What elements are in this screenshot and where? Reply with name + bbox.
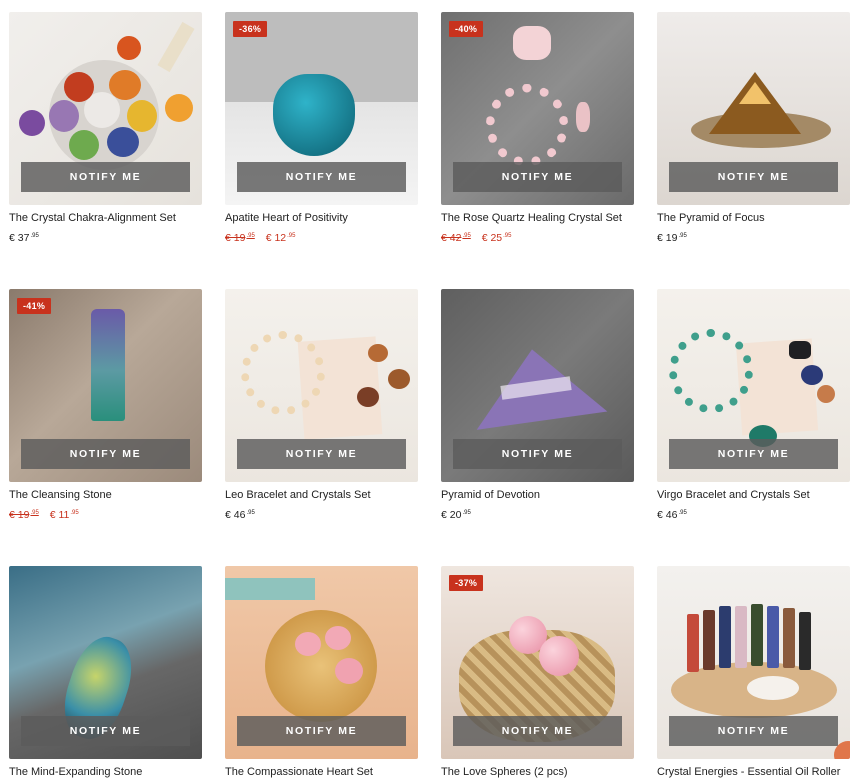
product-price: € 20.95	[441, 506, 634, 521]
original-price: € 19.95	[225, 232, 255, 244]
product-title[interactable]: The Rose Quartz Healing Crystal Set	[441, 211, 634, 225]
original-price: € 19.95	[9, 509, 39, 521]
product-title[interactable]: Crystal Energies - Essential Oil Roller	[657, 765, 850, 779]
discount-badge: -41%	[17, 298, 52, 314]
current-price: € 20.95	[441, 509, 471, 521]
product-title[interactable]: The Cleansing Stone	[9, 488, 202, 502]
product-image[interactable]: -40% NOTIFY ME	[441, 12, 634, 205]
product-image[interactable]: -36% NOTIFY ME	[225, 12, 418, 205]
product-title[interactable]: The Compassionate Heart Set	[225, 765, 418, 779]
product-image[interactable]: NOTIFY ME	[657, 289, 850, 482]
product-price: € 42.95 € 25.95	[441, 229, 634, 244]
current-price: € 37.95	[9, 232, 39, 244]
product-card[interactable]: NOTIFY ME Pyramid of Devotion € 20.95	[441, 289, 634, 521]
product-card[interactable]: NOTIFY ME Virgo Bracelet and Crystals Se…	[657, 289, 850, 521]
product-image[interactable]: NOTIFY ME	[441, 289, 634, 482]
current-price: € 46.95	[225, 509, 255, 521]
product-card[interactable]: -41% NOTIFY ME The Cleansing Stone € 19.…	[9, 289, 202, 521]
notify-me-button[interactable]: NOTIFY ME	[669, 439, 838, 469]
notify-me-button[interactable]: NOTIFY ME	[453, 439, 622, 469]
product-price: € 46.95	[657, 506, 850, 521]
product-card[interactable]: -40% NOTIFY ME The Rose Quartz Healing C…	[441, 12, 634, 244]
product-card[interactable]: NOTIFY ME The Mind-Expanding Stone	[9, 566, 202, 779]
sale-price: € 25.95	[481, 232, 512, 244]
sale-price: € 11.95	[49, 509, 79, 521]
notify-me-button[interactable]: NOTIFY ME	[21, 162, 190, 192]
notify-me-button[interactable]: NOTIFY ME	[237, 439, 406, 469]
notify-me-button[interactable]: NOTIFY ME	[669, 716, 838, 746]
product-price: € 19.95 € 11.95	[9, 506, 202, 521]
notify-me-button[interactable]: NOTIFY ME	[237, 162, 406, 192]
product-image[interactable]: NOTIFY ME	[9, 566, 202, 759]
product-image[interactable]: NOTIFY ME	[225, 566, 418, 759]
product-title[interactable]: Pyramid of Devotion	[441, 488, 634, 502]
product-title[interactable]: The Pyramid of Focus	[657, 211, 850, 225]
product-card[interactable]: NOTIFY ME The Compassionate Heart Set	[225, 566, 418, 779]
product-card[interactable]: -37% NOTIFY ME The Love Spheres (2 pcs)	[441, 566, 634, 779]
product-price: € 46.95	[225, 506, 418, 521]
discount-badge: -36%	[233, 21, 268, 37]
product-card[interactable]: NOTIFY ME The Crystal Chakra-Alignment S…	[9, 12, 202, 244]
product-card[interactable]: NOTIFY ME Leo Bracelet and Crystals Set …	[225, 289, 418, 521]
current-price: € 46.95	[657, 509, 687, 521]
product-title[interactable]: The Crystal Chakra-Alignment Set	[9, 211, 202, 225]
notify-me-button[interactable]: NOTIFY ME	[21, 716, 190, 746]
product-card[interactable]: NOTIFY ME The Pyramid of Focus € 19.95	[657, 12, 850, 244]
product-title[interactable]: Apatite Heart of Positivity	[225, 211, 418, 225]
product-title[interactable]: The Mind-Expanding Stone	[9, 765, 202, 779]
discount-badge: -40%	[449, 21, 484, 37]
notify-me-button[interactable]: NOTIFY ME	[669, 162, 838, 192]
product-image[interactable]: NOTIFY ME	[9, 12, 202, 205]
product-card[interactable]: NOTIFY ME Crystal Energies - Essential O…	[657, 566, 850, 779]
product-card[interactable]: -36% NOTIFY ME Apatite Heart of Positivi…	[225, 12, 418, 244]
product-title[interactable]: The Love Spheres (2 pcs)	[441, 765, 634, 779]
product-image[interactable]: -37% NOTIFY ME	[441, 566, 634, 759]
product-image[interactable]: NOTIFY ME	[225, 289, 418, 482]
notify-me-button[interactable]: NOTIFY ME	[237, 716, 406, 746]
product-image[interactable]: NOTIFY ME	[657, 566, 850, 759]
notify-me-button[interactable]: NOTIFY ME	[453, 716, 622, 746]
current-price: € 19.95	[657, 232, 687, 244]
discount-badge: -37%	[449, 575, 484, 591]
product-title[interactable]: Leo Bracelet and Crystals Set	[225, 488, 418, 502]
product-title[interactable]: Virgo Bracelet and Crystals Set	[657, 488, 850, 502]
product-price: € 19.95	[657, 229, 850, 244]
notify-me-button[interactable]: NOTIFY ME	[453, 162, 622, 192]
product-price: € 37.95	[9, 229, 202, 244]
product-price: € 19.95 € 12.95	[225, 229, 418, 244]
sale-price: € 12.95	[265, 232, 296, 244]
product-image[interactable]: -41% NOTIFY ME	[9, 289, 202, 482]
notify-me-button[interactable]: NOTIFY ME	[21, 439, 190, 469]
original-price: € 42.95	[441, 232, 471, 244]
product-image[interactable]: NOTIFY ME	[657, 12, 850, 205]
